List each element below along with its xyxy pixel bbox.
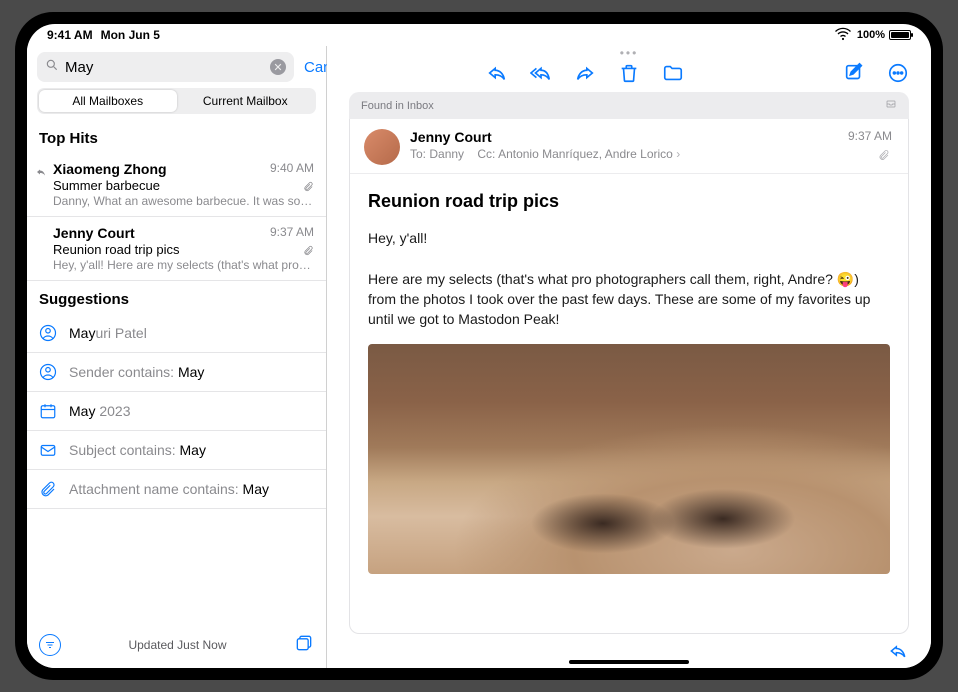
status-time: 9:41 AM — [47, 28, 93, 42]
sender-avatar[interactable] — [364, 129, 400, 165]
battery-icon — [889, 30, 911, 40]
more-button[interactable] — [887, 62, 909, 84]
suggestion-text: Sender contains: May — [69, 364, 204, 380]
message-pane: ••• F — [327, 46, 931, 668]
hit-time: 9:37 AM — [270, 225, 314, 239]
suggestion-text: Attachment name contains: May — [69, 481, 269, 497]
top-hit-item[interactable]: Jenny Court 9:37 AM Reunion road trip pi… — [27, 217, 326, 281]
battery-pct: 100% — [857, 29, 885, 41]
trash-button[interactable] — [618, 62, 640, 84]
person-icon — [39, 363, 57, 381]
paperclip-icon — [39, 480, 57, 498]
attachment-icon — [303, 181, 314, 195]
forward-button[interactable] — [574, 62, 596, 84]
status-bar: 9:41 AM Mon Jun 5 100% — [27, 24, 931, 46]
search-input[interactable] — [65, 59, 264, 76]
clear-search-button[interactable]: ✕ — [270, 59, 286, 75]
search-icon — [45, 58, 59, 77]
message-sender: Jenny Court — [410, 129, 894, 145]
message-time: 9:37 AM — [848, 129, 892, 143]
suggestion-sender-contains[interactable]: Sender contains: May — [27, 353, 326, 392]
message-recipients[interactable]: To: Danny Cc: Antonio Manríquez, Andre L… — [410, 147, 894, 161]
reply-footer-button[interactable] — [887, 640, 909, 662]
hit-subject: Reunion road trip pics — [53, 242, 314, 257]
hit-time: 9:40 AM — [270, 161, 314, 175]
suggestion-text: May 2023 — [69, 403, 131, 419]
body-text: Here are my selects (that's what pro pho… — [368, 269, 890, 330]
inline-photo[interactable] — [368, 344, 890, 574]
suggestion-date[interactable]: May 2023 — [27, 392, 326, 431]
compose-button[interactable] — [843, 62, 865, 84]
top-hits-heading: Top Hits — [27, 120, 326, 153]
calendar-icon — [39, 402, 57, 420]
hit-preview: Danny, What an awesome barbecue. It was … — [53, 194, 314, 208]
suggestion-text: Subject contains: May — [69, 442, 206, 458]
mailbox-icon — [885, 98, 897, 113]
suggestion-text: Mayuri Patel — [69, 325, 147, 341]
scope-all-mailboxes[interactable]: All Mailboxes — [39, 90, 177, 112]
chevron-right-icon: › — [676, 147, 680, 161]
message-header[interactable]: Jenny Court To: Danny Cc: Antonio Manríq… — [350, 119, 908, 174]
suggestion-person[interactable]: Mayuri Patel — [27, 314, 326, 353]
suggestion-subject-contains[interactable]: Subject contains: May — [27, 431, 326, 470]
message-toolbar — [327, 58, 931, 92]
ipad-frame: 9:41 AM Mon Jun 5 100% — [15, 12, 943, 680]
wifi-icon — [833, 24, 853, 47]
top-hit-item[interactable]: Xiaomeng Zhong 9:40 AM Summer barbecue D… — [27, 153, 326, 217]
found-in-banner: Found in Inbox — [349, 92, 909, 119]
replied-icon — [35, 165, 47, 183]
attachment-icon — [303, 245, 314, 259]
suggestion-attachment-contains[interactable]: Attachment name contains: May — [27, 470, 326, 509]
message-subject: Reunion road trip pics — [368, 188, 890, 214]
attachment-icon — [878, 149, 890, 164]
sidebar: ✕ Cancel All Mailboxes Current Mailbox T… — [27, 46, 327, 668]
filter-button[interactable] — [39, 634, 61, 656]
status-date: Mon Jun 5 — [101, 28, 160, 42]
search-field[interactable]: ✕ — [37, 52, 294, 82]
search-scope-segmented[interactable]: All Mailboxes Current Mailbox — [37, 88, 316, 114]
screen: 9:41 AM Mon Jun 5 100% — [27, 24, 931, 668]
hit-preview: Hey, y'all! Here are my selects (that's … — [53, 258, 314, 272]
hit-subject: Summer barbecue — [53, 178, 314, 193]
banner-text: Found in Inbox — [361, 100, 434, 112]
reply-button[interactable] — [486, 62, 508, 84]
reply-all-button[interactable] — [530, 62, 552, 84]
multitask-indicator[interactable]: ••• — [620, 46, 639, 58]
message-card: Jenny Court To: Danny Cc: Antonio Manríq… — [349, 119, 909, 634]
envelope-icon — [39, 441, 57, 459]
body-greeting: Hey, y'all! — [368, 228, 890, 248]
move-button[interactable] — [662, 62, 684, 84]
mailboxes-button[interactable] — [294, 633, 314, 656]
home-indicator[interactable] — [569, 660, 689, 664]
message-body[interactable]: Reunion road trip pics Hey, y'all! Here … — [350, 174, 908, 633]
suggestions-heading: Suggestions — [27, 281, 326, 314]
person-icon — [39, 324, 57, 342]
updated-status: Updated Just Now — [128, 638, 226, 652]
scope-current-mailbox[interactable]: Current Mailbox — [177, 90, 315, 112]
